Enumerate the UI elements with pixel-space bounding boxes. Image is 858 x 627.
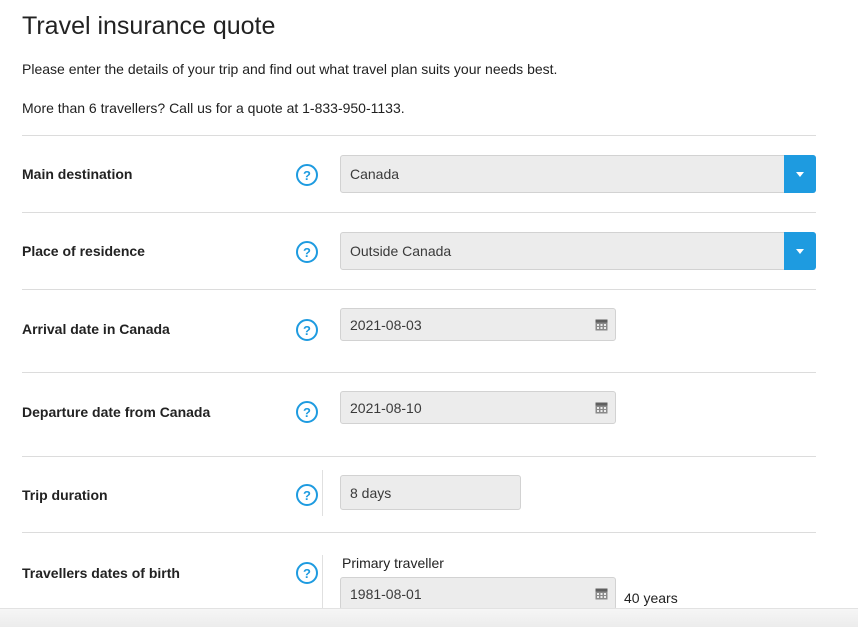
place-of-residence-select[interactable]: Outside Canada (340, 232, 816, 270)
help-icon[interactable]: ? (296, 562, 318, 584)
main-destination-value: Canada (350, 166, 400, 182)
main-destination-select[interactable]: Canada (340, 155, 816, 193)
departure-date-value: 2021-08-10 (350, 399, 422, 416)
primary-traveller-age: 40 years (624, 590, 678, 606)
intro-text: Please enter the details of your trip an… (22, 61, 558, 77)
help-icon[interactable]: ? (296, 241, 318, 263)
trip-duration-label: Trip duration (22, 487, 108, 503)
departure-date-label: Departure date from Canada (22, 404, 211, 420)
dropdown-button[interactable] (784, 155, 816, 193)
main-destination-label: Main destination (22, 166, 133, 182)
calendar-icon[interactable] (595, 588, 608, 600)
arrival-date-label: Arrival date in Canada (22, 321, 170, 337)
help-icon[interactable]: ? (296, 484, 318, 506)
divider (322, 470, 323, 516)
primary-traveller-label: Primary traveller (342, 555, 444, 571)
trip-duration-field: 8 days (340, 475, 521, 510)
primary-traveller-dob-input[interactable]: 1981-08-01 (340, 577, 616, 610)
help-icon[interactable]: ? (296, 164, 318, 186)
caret-down-icon (796, 171, 804, 177)
call-note: More than 6 travellers? Call us for a qu… (22, 100, 405, 116)
help-icon[interactable]: ? (296, 401, 318, 423)
arrival-date-input[interactable]: 2021-08-03 (340, 308, 616, 341)
place-of-residence-value: Outside Canada (350, 243, 452, 259)
dropdown-button[interactable] (784, 232, 816, 270)
row-departure-date: Departure date from Canada ? 2021-08-10 (22, 372, 816, 457)
calendar-icon[interactable] (595, 402, 608, 414)
row-place-of-residence: Place of residence ? Outside Canada (22, 212, 816, 290)
bottom-edge (0, 608, 858, 627)
caret-down-icon (796, 248, 804, 254)
primary-traveller-dob-value: 1981-08-01 (350, 585, 422, 602)
row-arrival-date: Arrival date in Canada ? 2021-08-03 (22, 289, 816, 373)
travellers-dob-label: Travellers dates of birth (22, 565, 180, 581)
page-title: Travel insurance quote (22, 12, 276, 40)
arrival-date-value: 2021-08-03 (350, 316, 422, 333)
trip-duration-value: 8 days (350, 484, 392, 501)
place-of-residence-label: Place of residence (22, 243, 145, 259)
calendar-icon[interactable] (595, 319, 608, 331)
help-icon[interactable]: ? (296, 319, 318, 341)
departure-date-input[interactable]: 2021-08-10 (340, 391, 616, 424)
row-trip-duration: Trip duration ? 8 days (22, 456, 816, 533)
row-main-destination: Main destination ? Canada (22, 135, 816, 213)
